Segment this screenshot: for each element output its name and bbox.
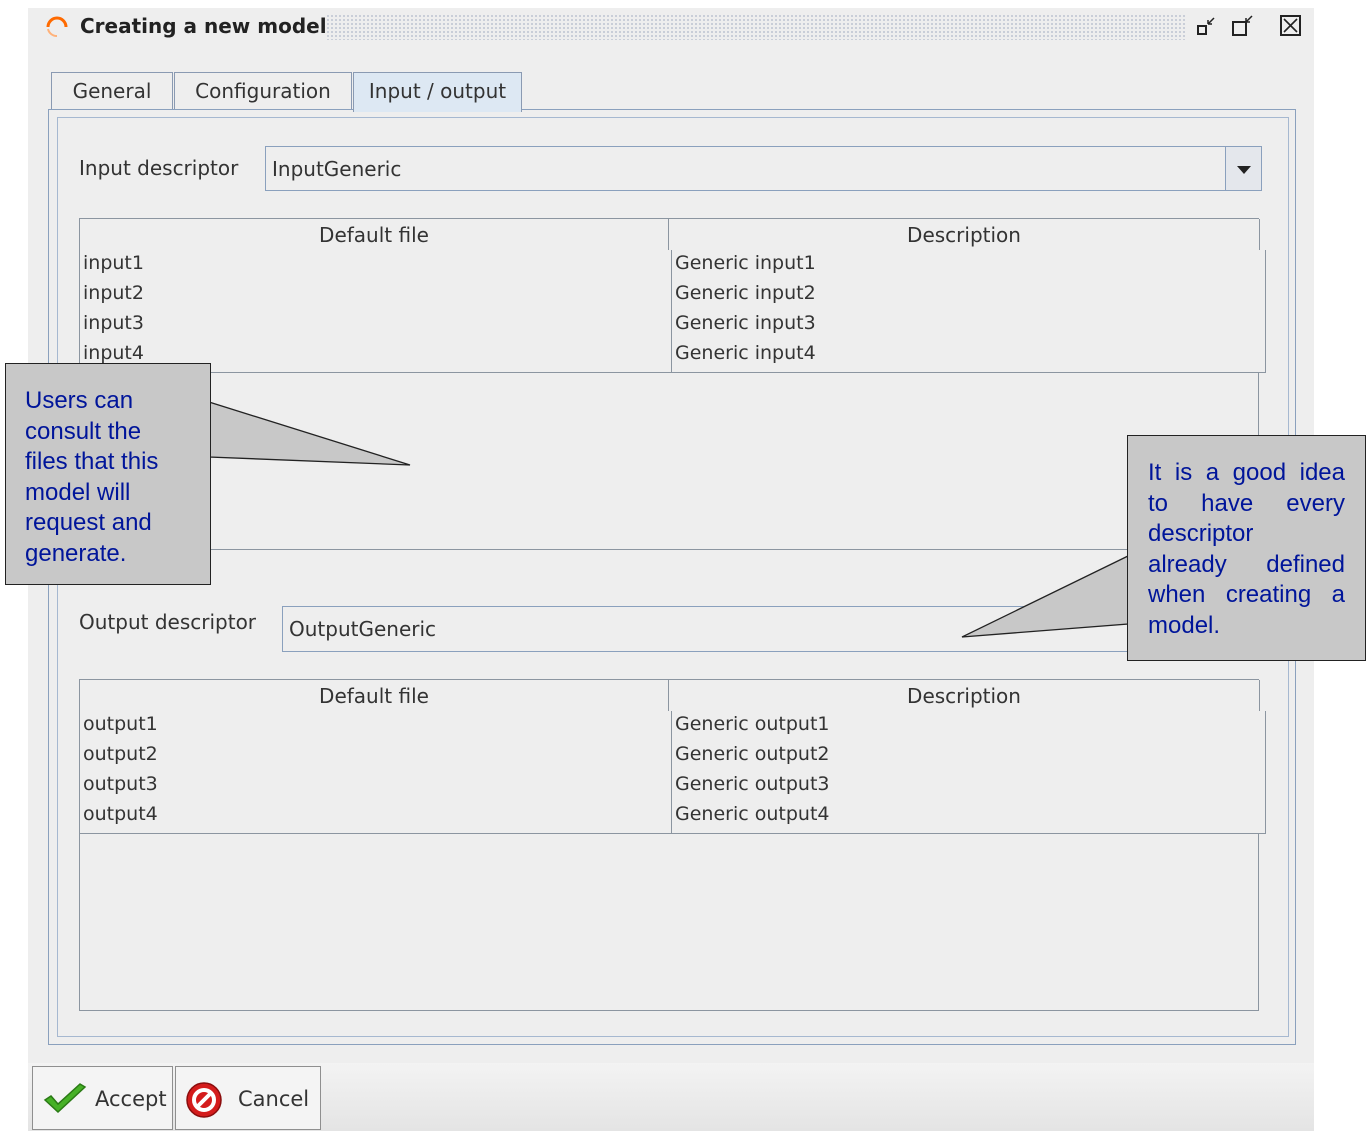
callout-line: when creating a: [1148, 581, 1345, 608]
maximize-icon[interactable]: [1231, 14, 1253, 38]
callout-right: It is a good idea to have every descript…: [1127, 435, 1366, 661]
window-title: Creating a new model: [80, 14, 327, 38]
checkmark-icon: [43, 1083, 87, 1114]
input-descriptor-dropdown-button[interactable]: [1225, 147, 1261, 190]
output-files-table[interactable]: Default file Description output1 Generic…: [79, 679, 1266, 1011]
callout-left: Users can consult the files that this mo…: [5, 363, 211, 585]
cell-description: Generic input4: [672, 340, 1266, 373]
table-row[interactable]: output3 Generic output3: [80, 771, 1266, 804]
cell-default-file: input3: [80, 310, 672, 343]
table-row[interactable]: output1 Generic output1: [80, 711, 1266, 744]
cell-description: Generic output2: [672, 741, 1266, 774]
cell-description: Generic output3: [672, 771, 1266, 804]
close-icon[interactable]: [1279, 14, 1301, 38]
callout-line: Users can: [25, 387, 134, 414]
input-descriptor-value: InputGeneric: [272, 157, 402, 181]
callout-line: model will: [25, 478, 131, 506]
cancel-button[interactable]: Cancel: [175, 1066, 321, 1130]
callout-line: model.: [1148, 611, 1221, 639]
callout-line: to have every: [1148, 489, 1345, 517]
output-descriptor-select[interactable]: OutputGeneric: [282, 606, 1262, 652]
callout-line: descriptor: [1148, 520, 1254, 547]
callout-left-text: Users can consult the files that this mo…: [25, 386, 205, 569]
cancel-icon: [186, 1082, 222, 1118]
callout-right-text: It is a good idea to have every descript…: [1148, 458, 1345, 641]
cell-description: Generic input3: [672, 310, 1266, 343]
output-descriptor-value: OutputGeneric: [289, 617, 437, 641]
callout-line: It is a good idea: [1148, 459, 1345, 486]
callout-line: generate.: [25, 539, 127, 567]
cell-description: Generic input2: [672, 280, 1266, 313]
table-row[interactable]: output4 Generic output4: [80, 801, 1266, 834]
table-row[interactable]: input4 Generic input4: [80, 340, 1266, 373]
table-row[interactable]: input1 Generic input1: [80, 250, 1266, 283]
input-descriptor-label: Input descriptor: [79, 156, 239, 180]
cell-description: Generic input1: [672, 250, 1266, 283]
table-row[interactable]: input2 Generic input2: [80, 280, 1266, 313]
minimize-icon[interactable]: [1196, 14, 1218, 38]
cell-default-file: output2: [80, 741, 672, 774]
tab-general[interactable]: General: [51, 72, 173, 110]
title-bar-texture: [326, 14, 1186, 40]
input-descriptor-select[interactable]: InputGeneric: [265, 146, 1262, 191]
cell-default-file: input1: [80, 250, 672, 283]
cell-default-file: output4: [80, 801, 672, 834]
input-files-table[interactable]: Default file Description input1 Generic …: [79, 218, 1266, 550]
callout-line: consult the: [25, 417, 142, 445]
accept-label: Accept: [95, 1087, 167, 1111]
callout-line: already defined: [1148, 550, 1345, 578]
table-header: Default file Description: [80, 680, 1260, 716]
callout-line: files that this: [25, 448, 159, 475]
cell-default-file: output3: [80, 771, 672, 804]
cell-default-file: output1: [80, 711, 672, 744]
output-descriptor-label: Output descriptor: [79, 610, 257, 634]
tab-configuration[interactable]: Configuration: [174, 72, 352, 110]
cell-default-file: input2: [80, 280, 672, 313]
callout-line: request and: [25, 509, 152, 536]
accept-button[interactable]: Accept: [32, 1066, 173, 1130]
chevron-down-icon: [1237, 166, 1251, 174]
table-row[interactable]: output2 Generic output2: [80, 741, 1266, 774]
app-logo-icon: [46, 16, 68, 38]
cell-description: Generic output1: [672, 711, 1266, 744]
tab-input-output[interactable]: Input / output: [353, 72, 522, 112]
table-row[interactable]: input3 Generic input3: [80, 310, 1266, 343]
cancel-label: Cancel: [238, 1087, 310, 1111]
cell-description: Generic output4: [672, 801, 1266, 834]
table-header: Default file Description: [80, 219, 1260, 255]
